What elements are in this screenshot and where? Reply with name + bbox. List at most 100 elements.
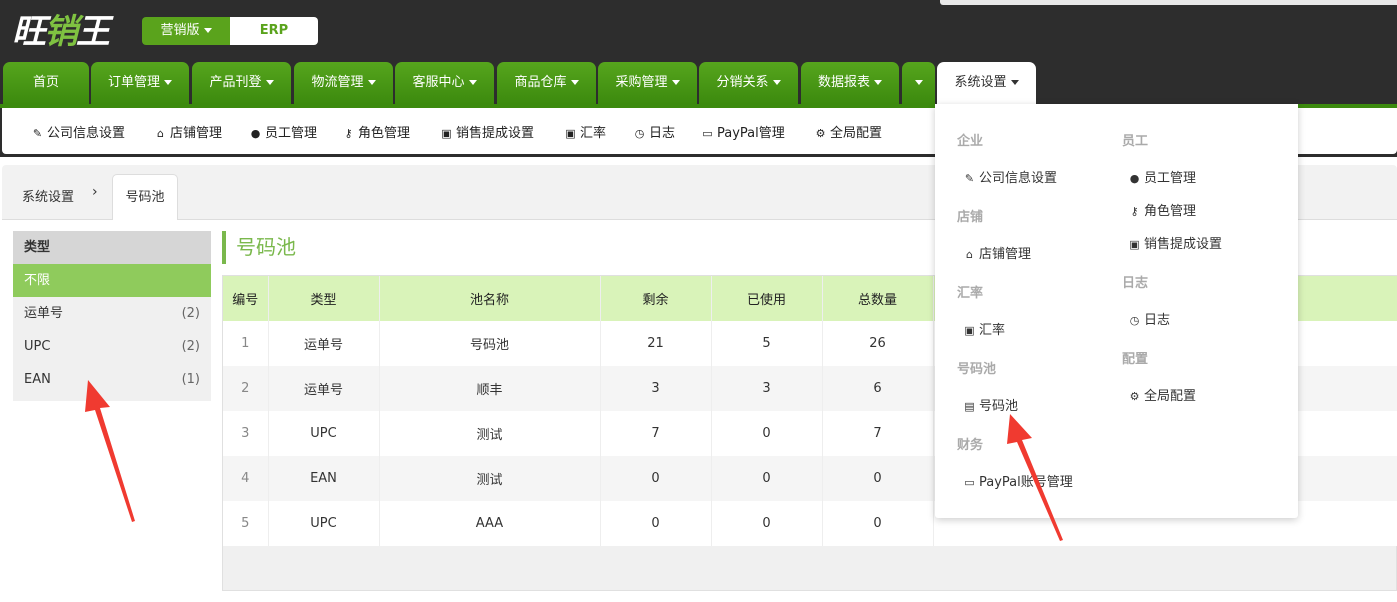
subnav-roles[interactable]: ⚷ 角色管理 [342, 122, 410, 141]
subnav-paypal[interactable]: ▭ PayPal管理 [701, 122, 784, 141]
subnav-exchange-rate[interactable]: ▣ 汇率 [564, 122, 606, 141]
sidebar-item-all[interactable]: 不限 [13, 264, 211, 297]
caret-down-icon [203, 28, 212, 33]
nav-more[interactable] [902, 62, 935, 104]
cell-remaining: 0 [600, 456, 712, 501]
clock-icon: ◷ [634, 127, 645, 140]
main-nav: 首页 订单管理 产品刊登 物流管理 客服中心 商品仓库 采购管理 分销关系 数据… [0, 62, 1397, 104]
cell-id: 5 [223, 501, 269, 546]
menu-group-exchange-rate: 汇率 [957, 286, 984, 301]
system-settings-menu: 企业 ✎ 公司信息设置 店铺 ⌂ 店铺管理 汇率 ▣ 汇率 号码池 ▤ 号码池 财务 ▭… [935, 104, 1298, 518]
menu-item-company-info[interactable]: ✎ 公司信息设置 [963, 167, 1057, 186]
erp-button[interactable]: ERP [230, 17, 318, 45]
menu-item-staff-management[interactable]: ● 员工管理 [1128, 167, 1196, 186]
subnav-staff[interactable]: ● 员工管理 [249, 122, 317, 141]
col-header-remaining[interactable]: 剩余 [600, 276, 712, 321]
sidebar-item-ean[interactable]: EAN (1) [13, 363, 211, 396]
nav-home[interactable]: 首页 [3, 62, 89, 104]
page-title: 号码池 [222, 231, 296, 264]
menu-group-finance: 财务 [957, 438, 984, 453]
home-icon: ⌂ [966, 248, 973, 261]
nav-distribution[interactable]: 分销关系 [699, 62, 798, 104]
gear-icon: ⚙ [815, 127, 826, 140]
breadcrumb-parent[interactable]: 系统设置 [22, 186, 74, 205]
cell-pool-name[interactable]: 测试 [379, 456, 601, 501]
nav-warehouse[interactable]: 商品仓库 [497, 62, 596, 104]
cell-pool-name[interactable]: 顺丰 [379, 366, 601, 411]
caret-down-icon [367, 80, 376, 85]
credit-card-icon: ▭ [702, 127, 713, 140]
col-header-used[interactable]: 已使用 [711, 276, 823, 321]
cell-type: 运单号 [268, 366, 380, 411]
subnav-commission[interactable]: ▣ 销售提成设置 [440, 122, 534, 141]
cell-total: 26 [822, 321, 934, 366]
brand-logo[interactable]: 旺销王 [12, 4, 110, 52]
nav-system-settings[interactable]: 系统设置 [937, 62, 1036, 104]
cell-type: 运单号 [268, 321, 380, 366]
subnav-log[interactable]: ◷ 日志 [633, 122, 675, 141]
edit-icon: ✎ [964, 172, 975, 185]
table-row[interactable]: 2 运单号 顺丰 3 3 6 [223, 366, 934, 411]
user-icon: ● [1129, 172, 1140, 185]
table-row[interactable]: 4 EAN 测试 0 0 0 [223, 456, 934, 501]
cell-remaining: 3 [600, 366, 712, 411]
chevron-right-icon: › [92, 184, 98, 200]
cell-total: 6 [822, 366, 934, 411]
edit-icon: ✎ [32, 127, 43, 140]
menu-item-log[interactable]: ◷ 日志 [1128, 309, 1170, 328]
key-icon: ⚷ [344, 127, 353, 140]
cell-used: 3 [711, 366, 823, 411]
clock-icon: ◷ [1129, 314, 1140, 327]
table-row[interactable]: 3 UPC 测试 7 0 7 [223, 411, 934, 456]
col-header-pool-name[interactable]: 池名称 [379, 276, 601, 321]
subnav-global-config[interactable]: ⚙ 全局配置 [814, 122, 882, 141]
cell-remaining: 21 [600, 321, 712, 366]
nav-reports[interactable]: 数据报表 [801, 62, 899, 104]
money-icon: ▣ [964, 324, 975, 337]
cell-total: 0 [822, 501, 934, 546]
cell-used: 0 [711, 456, 823, 501]
cell-pool-name[interactable]: 号码池 [379, 321, 601, 366]
nav-purchasing[interactable]: 采购管理 [598, 62, 697, 104]
caret-down-icon [914, 80, 923, 85]
subnav-store[interactable]: ⌂ 店铺管理 [154, 122, 222, 141]
edition-dropdown[interactable]: 营销版 [142, 17, 230, 45]
cell-pool-name[interactable]: 测试 [379, 411, 601, 456]
col-header-id[interactable]: 编号 [223, 276, 269, 321]
top-edge-bar [940, 0, 1397, 5]
caret-down-icon [772, 80, 781, 85]
menu-item-number-pool[interactable]: ▤ 号码池 [963, 395, 1018, 414]
menu-item-store-management[interactable]: ⌂ 店铺管理 [963, 243, 1031, 262]
cell-pool-name[interactable]: AAA [379, 501, 601, 546]
cell-total: 7 [822, 411, 934, 456]
menu-item-global-config[interactable]: ⚙ 全局配置 [1128, 385, 1196, 404]
sidebar-item-upc[interactable]: UPC (2) [13, 330, 211, 363]
inbox-icon: ▤ [964, 400, 975, 413]
nav-logistics[interactable]: 物流管理 [294, 62, 393, 104]
breadcrumb-current-tab[interactable]: 号码池 [112, 174, 178, 220]
menu-item-exchange-rate[interactable]: ▣ 汇率 [963, 319, 1005, 338]
credit-card-icon: ▭ [964, 476, 975, 489]
menu-item-paypal-accounts[interactable]: ▭ PayPal账号管理 [963, 471, 1072, 490]
menu-group-staff: 员工 [1122, 134, 1149, 149]
key-icon: ⚷ [1130, 205, 1139, 218]
caret-down-icon [671, 80, 680, 85]
nav-orders[interactable]: 订单管理 [91, 62, 189, 104]
money-icon: ▣ [565, 127, 576, 140]
cell-id: 1 [223, 321, 269, 366]
table-row[interactable]: 1 运单号 号码池 21 5 26 [223, 321, 934, 366]
type-filter-sidebar: 类型 不限 运单号 (2) UPC (2) EAN (1) [13, 231, 211, 401]
cell-type: UPC [268, 501, 380, 546]
col-header-type[interactable]: 类型 [268, 276, 380, 321]
table-row[interactable]: 5 UPC AAA 0 0 0 [223, 501, 934, 546]
menu-item-commission-settings[interactable]: ▣ 销售提成设置 [1128, 233, 1222, 252]
nav-product-listing[interactable]: 产品刊登 [192, 62, 291, 104]
money-icon: ▣ [441, 127, 452, 140]
sidebar-item-waybill[interactable]: 运单号 (2) [13, 297, 211, 330]
cell-type: EAN [268, 456, 380, 501]
subnav-company-info[interactable]: ✎ 公司信息设置 [31, 122, 125, 141]
col-header-total[interactable]: 总数量 [822, 276, 934, 321]
menu-item-role-management[interactable]: ⚷ 角色管理 [1128, 200, 1196, 219]
cell-remaining: 0 [600, 501, 712, 546]
nav-customer-service[interactable]: 客服中心 [395, 62, 494, 104]
